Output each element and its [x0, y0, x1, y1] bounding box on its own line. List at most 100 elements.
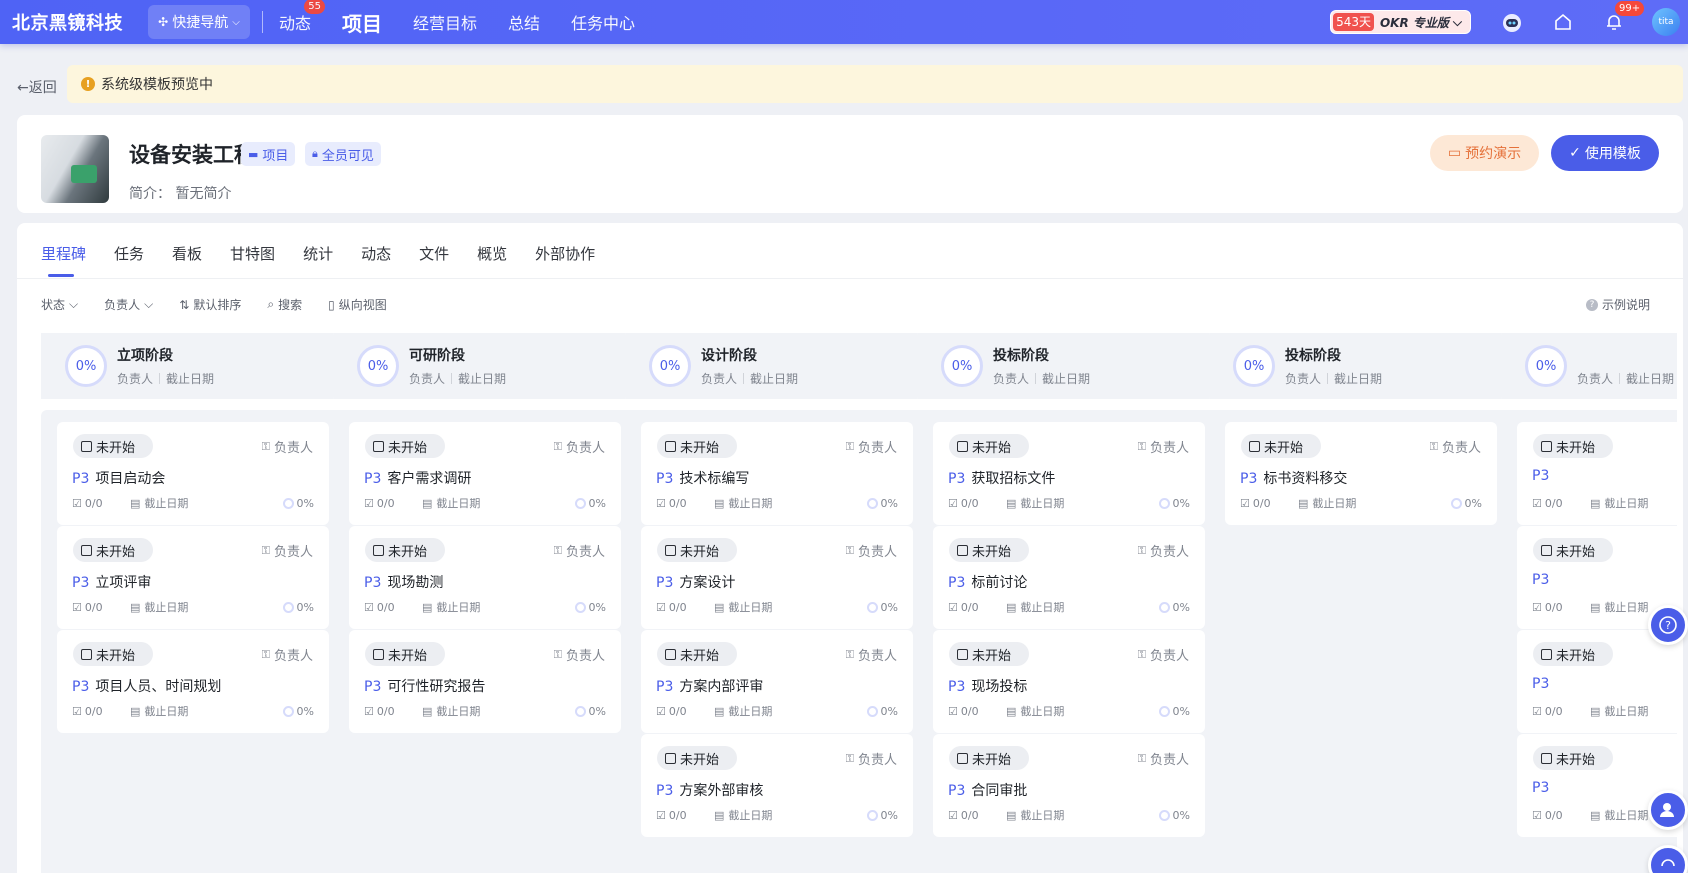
task-status-button[interactable]: 未开始 — [365, 642, 445, 666]
task-title[interactable]: P3 — [1532, 572, 1555, 588]
task-status-button[interactable]: 未开始 — [1533, 434, 1613, 458]
task-status-button[interactable]: 未开始 — [657, 434, 737, 458]
task-card[interactable]: 未开始 ⚿ 负责人 P3 立项评审 ☑ 0/0 ▤ 截止日期 0% — [57, 526, 329, 629]
task-owner-button[interactable]: ⚿ 负责人 — [262, 437, 313, 457]
nav-item-task-center[interactable]: 任务中心 — [571, 10, 635, 34]
task-owner-button[interactable]: ⚿ 负责人 — [846, 645, 897, 665]
task-owner-button[interactable]: ⚿ 负责人 — [846, 749, 897, 769]
owner-filter[interactable]: 负责人 ⌵ — [104, 296, 153, 313]
task-title[interactable]: P3 立项评审 — [72, 572, 151, 592]
task-status-button[interactable]: 未开始 — [657, 642, 737, 666]
task-title[interactable]: P3 — [1532, 780, 1555, 796]
task-title[interactable]: P3 可行性研究报告 — [364, 676, 485, 696]
stage-header[interactable]: 0% 负责人 截止日期 — [1501, 333, 1677, 399]
tab-activity[interactable]: 动态 — [361, 243, 391, 264]
task-due-date[interactable]: ▤ 截止日期 — [1006, 495, 1064, 511]
company-name[interactable]: 北京黑镜科技 — [12, 9, 123, 35]
task-status-button[interactable]: 未开始 — [73, 642, 153, 666]
nav-item-business-goals[interactable]: 经营目标 — [413, 10, 477, 34]
stage-owner[interactable]: 负责人 — [409, 372, 445, 386]
task-title[interactable]: P3 标前讨论 — [948, 572, 1027, 592]
task-due-date[interactable]: ▤ 截止日期 — [1298, 495, 1356, 511]
task-status-button[interactable]: 未开始 — [949, 642, 1029, 666]
task-owner-button[interactable]: ⚿ 负责人 — [1138, 749, 1189, 769]
stage-header[interactable]: 0% 可研阶段 负责人 截止日期 — [333, 333, 643, 399]
example-help-link[interactable]: ? 示例说明 — [1585, 296, 1650, 313]
task-owner-button[interactable]: ⚿ 负责人 — [1138, 437, 1189, 457]
task-card[interactable]: 未开始 ⚿ 负责人 P3 方案内部评审 ☑ 0/0 ▤ 截止日期 0% — [641, 630, 913, 733]
task-status-button[interactable]: 未开始 — [657, 538, 737, 562]
nav-item-projects[interactable]: 项目 — [342, 8, 382, 37]
task-status-button[interactable]: 未开始 — [365, 538, 445, 562]
task-status-button[interactable]: 未开始 — [73, 538, 153, 562]
task-due-date[interactable]: ▤ 截止日期 — [714, 807, 772, 823]
task-status-button[interactable]: 未开始 — [73, 434, 153, 458]
task-title[interactable]: P3 合同审批 — [948, 780, 1027, 800]
task-due-date[interactable]: ▤ 截止日期 — [1590, 807, 1648, 823]
task-due-date[interactable]: ▤ 截止日期 — [130, 495, 188, 511]
task-due-date[interactable]: ▤ 截止日期 — [1590, 599, 1648, 615]
add-member-float-button[interactable] — [1648, 790, 1688, 830]
sort-button[interactable]: ⇅ 默认排序 — [179, 296, 241, 313]
home-icon[interactable] — [1550, 9, 1576, 35]
task-card[interactable]: 未开始⚿负责人P3☑0/0▤截止日期0% — [1517, 422, 1677, 525]
stage-owner[interactable]: 负责人 — [993, 372, 1029, 386]
stage-due-date[interactable]: 截止日期 — [166, 372, 214, 386]
tab-external-collab[interactable]: 外部协作 — [535, 243, 595, 264]
nav-item-feed[interactable]: 动态 55 — [279, 0, 326, 34]
nav-item-summary[interactable]: 总结 — [508, 10, 540, 34]
task-card[interactable]: 未开始 ⚿ 负责人 P3 标书资料移交 ☑ 0/0 ▤ 截止日期 0% — [1225, 422, 1497, 525]
task-card[interactable]: 未开始 ⚿ 负责人 P3 项目启动会 ☑ 0/0 ▤ 截止日期 0% — [57, 422, 329, 525]
task-owner-button[interactable]: ⚿ 负责人 — [846, 437, 897, 457]
task-title[interactable]: P3 方案内部评审 — [656, 676, 763, 696]
task-owner-button[interactable]: ⚿ 负责人 — [554, 645, 605, 665]
task-card[interactable]: 未开始 ⚿ 负责人 P3 标前讨论 ☑ 0/0 ▤ 截止日期 0% — [933, 526, 1205, 629]
visibility-tag[interactable]: 🔒︎ 全员可见 — [305, 142, 381, 166]
task-title[interactable]: P3 技术标编写 — [656, 468, 749, 488]
use-template-button[interactable]: ✓ 使用模板 — [1551, 135, 1659, 171]
task-card[interactable]: 未开始 ⚿ 负责人 P3 方案设计 ☑ 0/0 ▤ 截止日期 0% — [641, 526, 913, 629]
tab-tasks[interactable]: 任务 — [114, 243, 144, 264]
status-filter[interactable]: 状态 ⌵ — [41, 296, 78, 313]
task-status-button[interactable]: 未开始 — [365, 434, 445, 458]
task-status-button[interactable]: 未开始 — [657, 746, 737, 770]
stage-header[interactable]: 0% 设计阶段 负责人 截止日期 — [625, 333, 935, 399]
task-due-date[interactable]: ▤ 截止日期 — [714, 599, 772, 615]
tab-overview[interactable]: 概览 — [477, 243, 507, 264]
quick-nav-button[interactable]: ✣ 快捷导航 ⌵ — [148, 5, 250, 39]
task-title[interactable]: P3 方案设计 — [656, 572, 735, 592]
task-card[interactable]: 未开始 ⚿ 负责人 P3 项目人员、时间规划 ☑ 0/0 ▤ 截止日期 0% — [57, 630, 329, 733]
stage-due-date[interactable]: 截止日期 — [1334, 372, 1382, 386]
task-title[interactable]: P3 — [1532, 676, 1555, 692]
task-owner-button[interactable]: ⚿ 负责人 — [262, 541, 313, 561]
stage-due-date[interactable]: 截止日期 — [458, 372, 506, 386]
task-owner-button[interactable]: ⚿ 负责人 — [1430, 437, 1481, 457]
task-card[interactable]: 未开始 ⚿ 负责人 P3 获取招标文件 ☑ 0/0 ▤ 截止日期 0% — [933, 422, 1205, 525]
task-due-date[interactable]: ▤ 截止日期 — [1006, 807, 1064, 823]
task-title[interactable]: P3 — [1532, 468, 1555, 484]
help-float-button[interactable]: ? — [1648, 605, 1688, 645]
stage-header[interactable]: 0% 立项阶段 负责人 截止日期 — [41, 333, 351, 399]
task-status-button[interactable]: 未开始 — [949, 746, 1029, 770]
task-title[interactable]: P3 项目人员、时间规划 — [72, 676, 221, 696]
stage-header[interactable]: 0% 投标阶段 负责人 截止日期 — [1209, 333, 1519, 399]
task-status-button[interactable]: 未开始 — [1533, 538, 1613, 562]
task-due-date[interactable]: ▤ 截止日期 — [422, 703, 480, 719]
task-card[interactable]: 未开始 ⚿ 负责人 P3 客户需求调研 ☑ 0/0 ▤ 截止日期 0% — [349, 422, 621, 525]
task-due-date[interactable]: ▤ 截止日期 — [422, 599, 480, 615]
task-owner-button[interactable]: ⚿ 负责人 — [554, 437, 605, 457]
task-title[interactable]: P3 现场勘测 — [364, 572, 443, 592]
task-due-date[interactable]: ▤ 截止日期 — [1590, 703, 1648, 719]
task-status-button[interactable]: 未开始 — [1533, 642, 1613, 666]
task-title[interactable]: P3 现场投标 — [948, 676, 1027, 696]
task-card[interactable]: 未开始 ⚿ 负责人 P3 合同审批 ☑ 0/0 ▤ 截止日期 0% — [933, 734, 1205, 837]
task-title[interactable]: P3 客户需求调研 — [364, 468, 471, 488]
stage-owner[interactable]: 负责人 — [1285, 372, 1321, 386]
task-status-button[interactable]: 未开始 — [1533, 746, 1613, 770]
task-due-date[interactable]: ▤ 截止日期 — [714, 495, 772, 511]
stage-owner[interactable]: 负责人 — [1577, 372, 1613, 386]
book-demo-button[interactable]: ▭ 预约演示 — [1430, 135, 1539, 171]
task-owner-button[interactable]: ⚿ 负责人 — [554, 541, 605, 561]
task-owner-button[interactable]: ⚿ 负责人 — [1138, 645, 1189, 665]
task-due-date[interactable]: ▤ 截止日期 — [1006, 703, 1064, 719]
